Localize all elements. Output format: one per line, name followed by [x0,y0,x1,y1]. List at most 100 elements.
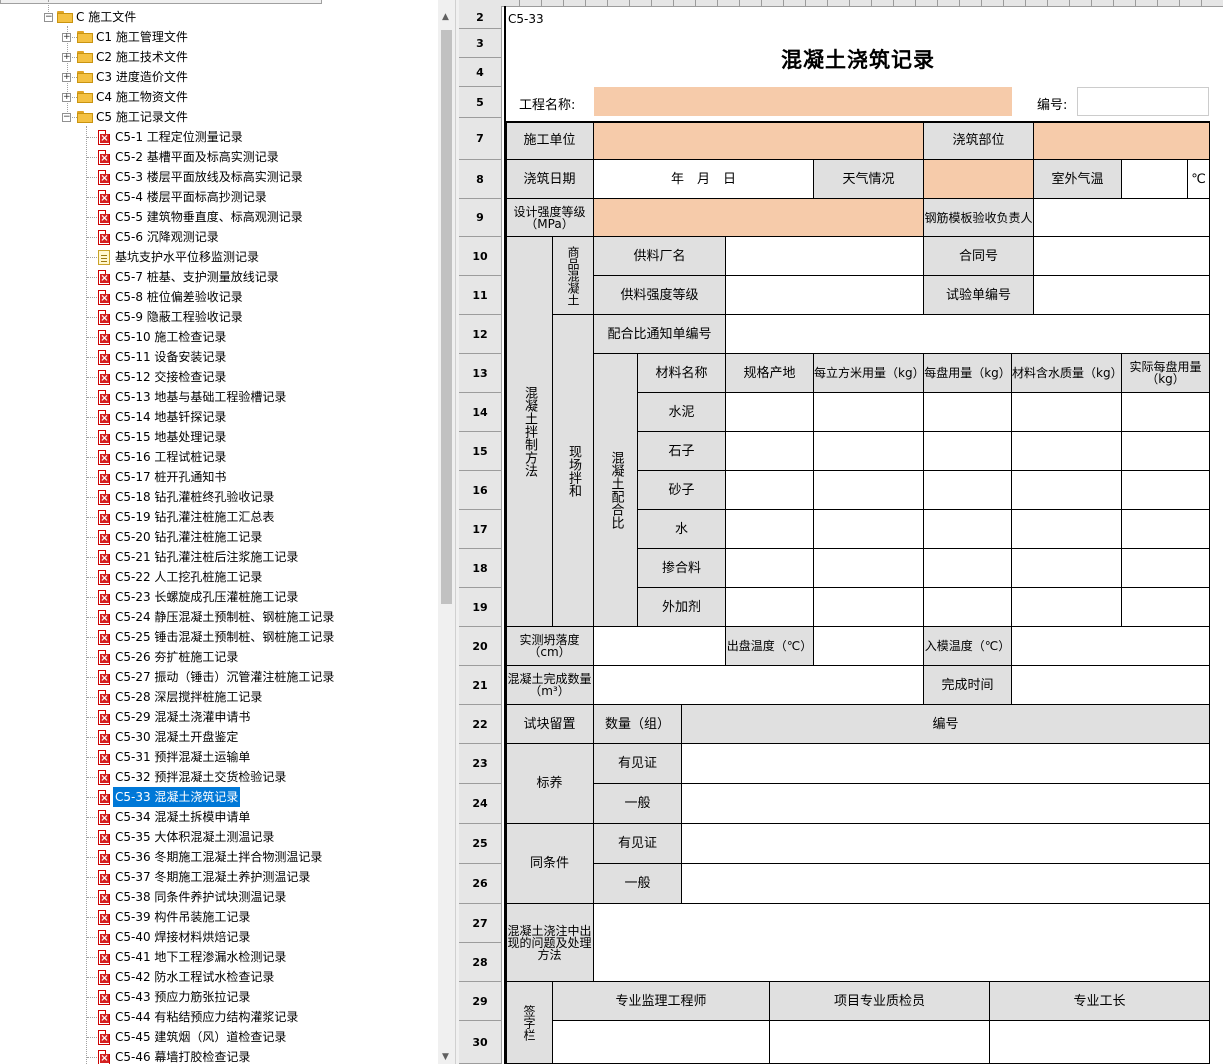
tree-item[interactable]: × C5-22 人工挖孔桩施工记录 [0,567,430,587]
tree-item[interactable]: × C5-13 地基与基础工程验槽记录 [0,387,430,407]
row-number[interactable]: 29 [459,982,501,1021]
material-per-batch-cell[interactable] [924,510,1012,549]
tree-item[interactable]: × C5-15 地基处理记录 [0,427,430,447]
tree-item[interactable]: 基坑支护水平位移监测记录 [0,247,430,267]
pour-location-field[interactable] [1034,121,1210,160]
tree-item[interactable]: × C5-30 混凝土开盘鉴定 [0,727,430,747]
material-moisture-cell[interactable] [1012,393,1122,432]
material-moisture-cell[interactable] [1012,588,1122,627]
row-number[interactable]: 10 [459,237,501,276]
tree-item[interactable]: × C5-40 焊接材料烘焙记录 [0,927,430,947]
discharge-temp-field[interactable] [814,627,924,666]
row-number[interactable]: 30 [459,1021,501,1064]
problems-field[interactable] [594,904,1210,982]
row-number[interactable]: 13 [459,354,501,393]
material-per-m3-cell[interactable] [814,588,924,627]
tree-item[interactable]: × C5-43 预应力筋张拉记录 [0,987,430,1007]
tree-item[interactable]: × C5-10 施工检查记录 [0,327,430,347]
row-number[interactable]: 22 [459,705,501,744]
row-number[interactable]: 8 [459,160,501,199]
row-number[interactable]: 16 [459,471,501,510]
tree-item[interactable]: × C5-19 钻孔灌注桩施工汇总表 [0,507,430,527]
same-witness-field[interactable] [682,824,1210,864]
tree-item[interactable]: × C5-5 建筑物垂直度、标高观测记录 [0,207,430,227]
supervisor-sign-field[interactable] [553,1021,770,1064]
material-moisture-cell[interactable] [1012,432,1122,471]
foreman-sign-field[interactable] [990,1021,1210,1064]
scroll-up-icon[interactable]: ▲ [442,12,449,22]
standard-general-field[interactable] [682,784,1210,824]
expand-icon[interactable]: + [62,53,71,62]
standard-witness-field[interactable] [682,744,1210,784]
row-number[interactable]: 5 [459,87,501,118]
material-per-batch-cell[interactable] [924,393,1012,432]
expand-icon[interactable]: + [62,93,71,102]
collapse-icon[interactable]: − [44,13,53,22]
contract-no-field[interactable] [1034,237,1210,276]
tree-item[interactable]: × C5-45 建筑烟（风）道检查记录 [0,1027,430,1047]
tree-item[interactable]: × C5-23 长螺旋成孔压灌桩施工记录 [0,587,430,607]
row-number[interactable]: 15 [459,432,501,471]
row-number[interactable]: 4 [459,58,501,87]
mold-temp-field[interactable] [1012,627,1210,666]
tree-item[interactable]: × C5-18 钻孔灌桩终孔验收记录 [0,487,430,507]
material-actual-cell[interactable] [1122,549,1210,588]
row-number[interactable]: 21 [459,666,501,705]
material-per-batch-cell[interactable] [924,471,1012,510]
material-spec-cell[interactable] [726,549,814,588]
tree-item[interactable]: × C5-2 基槽平面及标高实测记录 [0,147,430,167]
supply-grade-field[interactable] [726,276,924,315]
row-number[interactable]: 12 [459,315,501,354]
row-number[interactable]: 27 [459,904,501,943]
tree-item[interactable]: × C5-38 同条件养护试块测温记录 [0,887,430,907]
serial-field[interactable] [1077,87,1209,116]
material-per-batch-cell[interactable] [924,549,1012,588]
tree-item[interactable]: × C5-29 混凝土浇灌申请书 [0,707,430,727]
supplier-field[interactable] [726,237,924,276]
tree-item[interactable]: × C5-14 地基钎探记录 [0,407,430,427]
material-spec-cell[interactable] [726,432,814,471]
material-spec-cell[interactable] [726,588,814,627]
tree-item[interactable]: × C5-42 防水工程试水检查记录 [0,967,430,987]
tree-item[interactable]: × C5-39 构件吊装施工记录 [0,907,430,927]
row-number[interactable]: 25 [459,824,501,864]
tree-folder[interactable]: + C4 施工物资文件 [0,87,430,107]
tree-folder[interactable]: + C1 施工管理文件 [0,27,430,47]
tree-item[interactable]: × C5-17 桩开孔通知书 [0,467,430,487]
tree-root[interactable]: − C 施工文件 [0,7,430,27]
tree-item[interactable]: × C5-16 工程试桩记录 [0,447,430,467]
material-actual-cell[interactable] [1122,393,1210,432]
tree-folder[interactable]: − C5 施工记录文件 [0,107,430,127]
tree-folder[interactable]: + C2 施工技术文件 [0,47,430,67]
tree-item[interactable]: × C5-7 桩基、支护测量放线记录 [0,267,430,287]
material-actual-cell[interactable] [1122,510,1210,549]
material-moisture-cell[interactable] [1012,549,1122,588]
scroll-thumb[interactable] [441,30,452,604]
tree-item[interactable]: × C5-1 工程定位测量记录 [0,127,430,147]
row-number[interactable]: 7 [459,118,501,160]
row-number[interactable]: 26 [459,864,501,904]
tree-item[interactable]: × C5-26 夯扩桩施工记录 [0,647,430,667]
tree-item[interactable]: × C5-3 楼层平面放线及标高实测记录 [0,167,430,187]
scroll-down-icon[interactable]: ▼ [442,1052,449,1062]
material-moisture-cell[interactable] [1012,471,1122,510]
finish-time-field[interactable] [1012,666,1210,705]
tree-item[interactable]: × C5-6 沉降观测记录 [0,227,430,247]
tree-item[interactable]: × C5-11 设备安装记录 [0,347,430,367]
row-number[interactable]: 24 [459,784,501,824]
mix-notice-field[interactable] [726,315,1210,354]
row-number[interactable]: 20 [459,627,501,666]
row-number[interactable]: 28 [459,943,501,982]
tree-item[interactable]: × C5-33 混凝土浇筑记录 [0,786,430,808]
weather-field[interactable] [924,160,1034,199]
collapse-icon[interactable]: − [62,113,71,122]
material-per-m3-cell[interactable] [814,393,924,432]
row-number[interactable]: 23 [459,744,501,784]
material-spec-cell[interactable] [726,510,814,549]
material-actual-cell[interactable] [1122,471,1210,510]
row-number[interactable]: 3 [459,29,501,58]
material-per-m3-cell[interactable] [814,549,924,588]
row-number[interactable]: 14 [459,393,501,432]
tree-item[interactable]: × C5-31 预拌混凝土运输单 [0,747,430,767]
tree-item[interactable]: × C5-25 锤击混凝土预制桩、钢桩施工记录 [0,627,430,647]
